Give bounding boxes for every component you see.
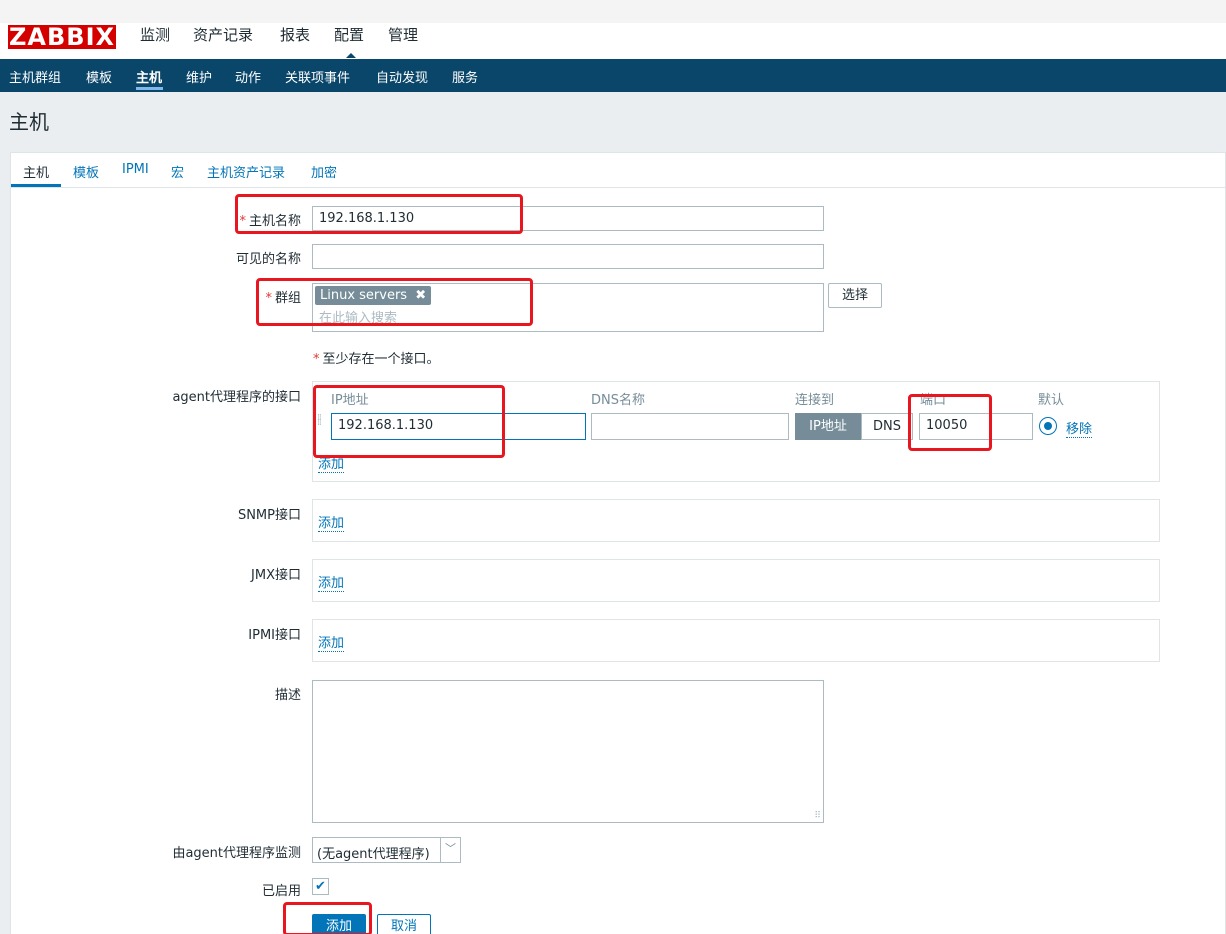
active-subnav-underline — [136, 87, 163, 90]
add-button[interactable]: 添加 — [312, 914, 366, 934]
required-marker: * — [313, 352, 320, 367]
groups-multiselect[interactable]: Linux servers ✖ 在此输入搜索 — [312, 283, 824, 332]
groups-label-text: 群组 — [274, 291, 301, 306]
nav-reports[interactable]: 报表 — [280, 24, 310, 45]
tab-host[interactable]: 主机 — [23, 162, 49, 181]
chevron-down-icon: ﹀ — [440, 838, 460, 862]
col-default-header: 默认 — [1038, 393, 1065, 408]
connect-dns-toggle[interactable]: DNS — [861, 413, 913, 440]
tabs-divider — [11, 187, 1226, 188]
active-nav-caret — [346, 53, 356, 58]
agent-port-input[interactable]: 10050 — [919, 413, 1033, 440]
interface-note: * 至少存在一个接口。 — [313, 348, 440, 367]
col-dns-header: DNS名称 — [591, 393, 645, 408]
check-icon: ✔ — [315, 879, 326, 894]
default-radio[interactable] — [1039, 417, 1057, 435]
host-name-label-text: 主机名称 — [248, 214, 301, 229]
col-port-header: 端口 — [920, 393, 947, 408]
add-ipmi-interface-link[interactable]: 添加 — [318, 632, 345, 652]
enabled-label: 已启用 — [261, 884, 301, 899]
subnav-host-groups[interactable]: 主机群组 — [9, 67, 61, 86]
proxy-label: 由agent代理程序监测 — [172, 846, 301, 861]
jmx-interface-label: JMX接口 — [251, 568, 301, 583]
drag-handle-icon[interactable]: ⁞⁞ ⁞⁞ — [317, 414, 325, 436]
subnav-discovery[interactable]: 自动发现 — [376, 67, 428, 86]
group-tag-label: Linux servers — [320, 288, 408, 303]
nav-administration[interactable]: 管理 — [388, 24, 418, 45]
enabled-checkbox[interactable]: ✔ — [312, 878, 329, 895]
proxy-select[interactable]: (无agent代理程序) ﹀ — [312, 837, 461, 863]
required-marker: * — [239, 214, 246, 229]
host-form-card: 主机 模板 IPMI 宏 主机资产记录 加密 * 主机名称 192.168.1.1… — [10, 152, 1226, 934]
subnav-actions[interactable]: 动作 — [235, 67, 261, 86]
description-textarea[interactable]: ⠿ — [312, 680, 824, 823]
agent-ip-input[interactable]: 192.168.1.130 — [331, 413, 586, 440]
subnav-templates[interactable]: 模板 — [86, 67, 112, 86]
resize-grip-icon[interactable]: ⠿ — [814, 812, 821, 821]
col-connect-header: 连接到 — [795, 393, 835, 408]
add-agent-interface-link[interactable]: 添加 — [318, 453, 345, 473]
tab-inventory[interactable]: 主机资产记录 — [207, 162, 285, 181]
agent-interface-box: IP地址 DNS名称 连接到 端口 默认 ⁞⁞ ⁞⁞ 192.168.1.130 … — [312, 381, 1160, 482]
groups-search-placeholder[interactable]: 在此输入搜索 — [319, 310, 397, 327]
agent-dns-input[interactable] — [591, 413, 789, 440]
tab-ipmi[interactable]: IPMI — [122, 162, 149, 177]
snmp-interface-label: SNMP接口 — [237, 508, 301, 523]
add-jmx-interface-link[interactable]: 添加 — [318, 572, 345, 592]
col-ip-header: IP地址 — [331, 393, 369, 408]
groups-label: * 群组 — [121, 287, 301, 306]
jmx-interface-box: 添加 — [312, 559, 1160, 602]
radio-dot — [1044, 422, 1052, 430]
zabbix-logo[interactable]: ZABBIX — [8, 25, 116, 49]
visible-name-label: 可见的名称 — [235, 252, 301, 267]
ipmi-interface-label: IPMI接口 — [248, 628, 301, 643]
tab-macros[interactable]: 宏 — [171, 162, 184, 181]
nav-monitoring[interactable]: 监测 — [140, 24, 170, 45]
host-name-label: * 主机名称 — [121, 210, 301, 229]
remove-interface-link[interactable]: 移除 — [1066, 418, 1093, 438]
tab-templates[interactable]: 模板 — [73, 162, 99, 181]
nav-configuration[interactable]: 配置 — [334, 24, 364, 45]
subnav-maintenance[interactable]: 维护 — [186, 67, 212, 86]
top-bar: ZABBIX 监测 资产记录 报表 配置 管理 — [0, 0, 1226, 59]
interface-note-text: 至少存在一个接口。 — [322, 352, 440, 367]
ipmi-interface-box: 添加 — [312, 619, 1160, 662]
agent-interface-label: agent代理程序的接口 — [172, 390, 301, 405]
subnav-services[interactable]: 服务 — [452, 67, 478, 86]
description-label: 描述 — [274, 688, 301, 703]
host-name-input[interactable]: 192.168.1.130 — [312, 206, 824, 231]
proxy-select-value: (无agent代理程序) — [317, 847, 430, 862]
page-title: 主机 — [9, 110, 49, 134]
subnav-correlation[interactable]: 关联项事件 — [285, 67, 350, 86]
add-snmp-interface-link[interactable]: 添加 — [318, 512, 345, 532]
required-marker: * — [265, 291, 272, 306]
nav-inventory[interactable]: 资产记录 — [193, 24, 253, 45]
subnav-hosts[interactable]: 主机 — [136, 67, 162, 86]
snmp-interface-box: 添加 — [312, 499, 1160, 542]
sub-nav: 主机群组 模板 主机 维护 动作 关联项事件 自动发现 服务 — [0, 59, 1226, 92]
cancel-button[interactable]: 取消 — [377, 914, 431, 934]
visible-name-input[interactable] — [312, 244, 824, 269]
select-groups-button[interactable]: 选择 — [828, 283, 882, 308]
remove-tag-icon[interactable]: ✖ — [415, 288, 426, 303]
connect-ip-toggle[interactable]: IP地址 — [795, 413, 861, 440]
tab-encryption[interactable]: 加密 — [311, 162, 337, 181]
group-tag: Linux servers ✖ — [315, 286, 432, 305]
